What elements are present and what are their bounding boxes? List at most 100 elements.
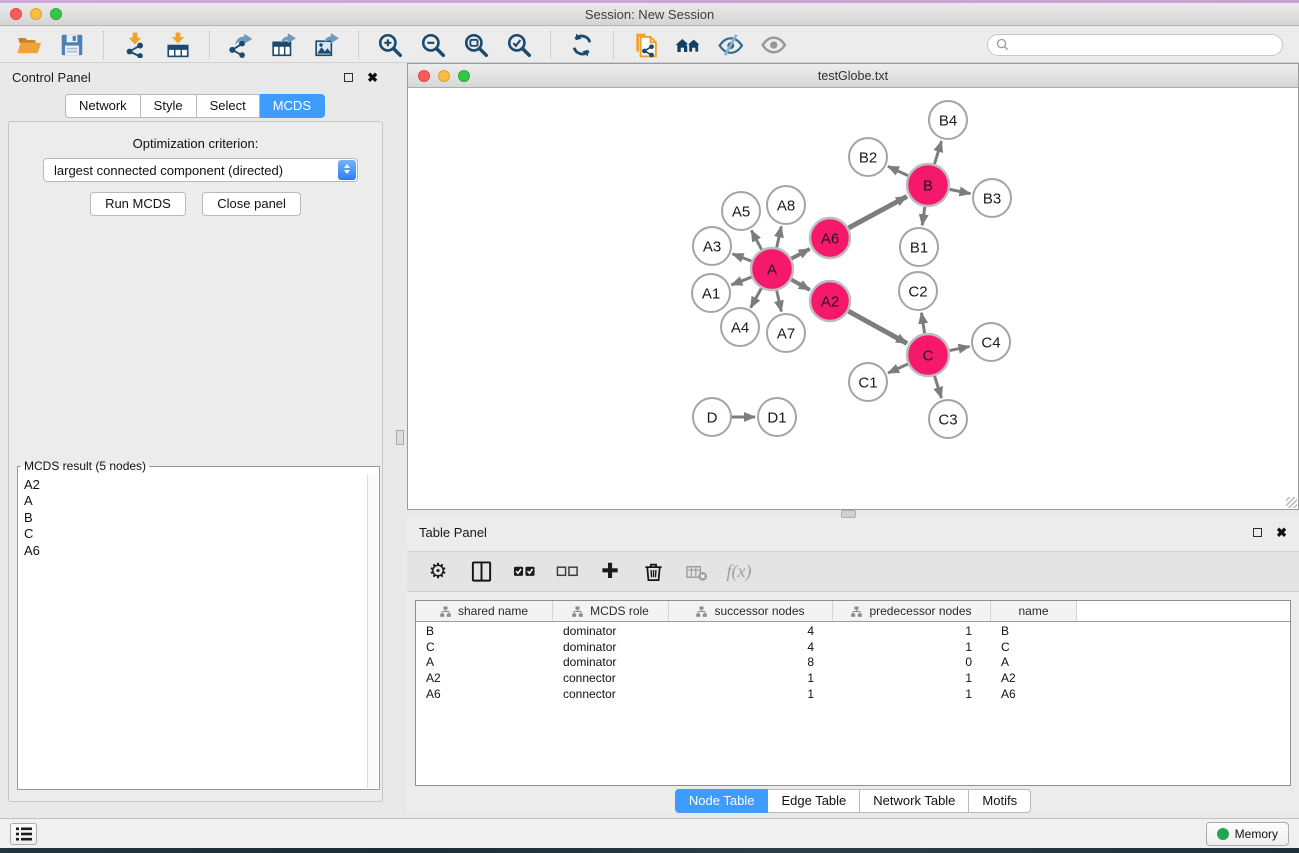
memory-button[interactable]: Memory: [1206, 822, 1289, 846]
graph-edge-A-A6[interactable]: [791, 249, 809, 259]
graph-node-A6[interactable]: A6: [810, 218, 850, 258]
first-neighbors-button[interactable]: [671, 29, 705, 61]
export-table-button[interactable]: [267, 29, 301, 61]
create-column-button[interactable]: ✚: [595, 557, 625, 587]
tab-select[interactable]: Select: [197, 94, 260, 118]
zoom-in-button[interactable]: [373, 29, 407, 61]
window-resize-grip[interactable]: [1286, 497, 1297, 508]
run-mcds-button[interactable]: Run MCDS: [90, 192, 186, 216]
select-all-button[interactable]: [509, 557, 539, 587]
graph-node-D1[interactable]: D1: [758, 398, 796, 436]
graph-edge-B-B1[interactable]: [922, 207, 925, 225]
graph-edge-A6-B[interactable]: [848, 196, 906, 228]
graph-node-C[interactable]: C: [907, 334, 949, 376]
graph-node-C1[interactable]: C1: [849, 363, 887, 401]
column-header-successor-nodes[interactable]: successor nodes: [669, 601, 833, 621]
graph-node-A4[interactable]: A4: [721, 308, 759, 346]
delete-table-button[interactable]: [681, 557, 711, 587]
graph-node-D[interactable]: D: [693, 398, 731, 436]
refresh-button[interactable]: [565, 29, 599, 61]
graph-node-B3[interactable]: B3: [973, 179, 1011, 217]
graph-edge-C-C3[interactable]: [935, 376, 942, 398]
minimize-traffic-light[interactable]: [438, 70, 450, 82]
save-session-button[interactable]: [55, 29, 89, 61]
close-panel-icon[interactable]: ✖: [367, 71, 378, 84]
graph-node-C2[interactable]: C2: [899, 272, 937, 310]
close-traffic-light[interactable]: [10, 8, 22, 20]
show-all-button[interactable]: [757, 29, 791, 61]
search-input[interactable]: [1009, 38, 1274, 52]
optimization-select[interactable]: largest connected component (directed): [43, 158, 358, 182]
search-box[interactable]: [987, 34, 1283, 56]
graph-node-A8[interactable]: A8: [767, 186, 805, 224]
column-header-MCDS-role[interactable]: MCDS role: [553, 601, 669, 621]
float-table-panel-icon[interactable]: [1253, 528, 1262, 537]
graph-node-C3[interactable]: C3: [929, 400, 967, 438]
close-panel-button[interactable]: Close panel: [202, 192, 301, 216]
column-header-name[interactable]: name: [991, 601, 1077, 621]
table-row[interactable]: Bdominator41B: [416, 623, 1290, 639]
zoom-selected-button[interactable]: [502, 29, 536, 61]
tab-style[interactable]: Style: [141, 94, 197, 118]
network-canvas[interactable]: B4 B2 B B3 A8A5 A6 B1 A3 A C2 A1 A2 A4A7 C4 C C1 C3 D D1: [408, 88, 1298, 509]
table-tab-motifs[interactable]: Motifs: [969, 789, 1031, 813]
graph-edge-A-A1[interactable]: [731, 277, 751, 285]
graph-node-A2[interactable]: A2: [810, 281, 850, 321]
table-row[interactable]: Cdominator41C: [416, 639, 1290, 655]
tab-network[interactable]: Network: [65, 94, 141, 118]
result-scrollbar[interactable]: [367, 475, 378, 788]
zoom-traffic-light[interactable]: [458, 70, 470, 82]
minimize-traffic-light[interactable]: [30, 8, 42, 20]
graph-node-B2[interactable]: B2: [849, 138, 887, 176]
graph-node-A1[interactable]: A1: [692, 274, 730, 312]
table-row[interactable]: A6connector11A6: [416, 686, 1290, 702]
zoom-fit-button[interactable]: [459, 29, 493, 61]
zoom-traffic-light[interactable]: [50, 8, 62, 20]
new-network-from-selection-button[interactable]: [628, 29, 662, 61]
deselect-all-button[interactable]: [552, 557, 582, 587]
function-builder-button[interactable]: f(x): [724, 557, 754, 587]
graph-edge-A-A3[interactable]: [733, 254, 752, 261]
graph-edge-A-A8[interactable]: [777, 226, 782, 247]
graph-node-B[interactable]: B: [907, 164, 949, 206]
graph-edge-B-B2[interactable]: [888, 166, 908, 175]
graph-node-A3[interactable]: A3: [693, 227, 731, 265]
hide-selected-button[interactable]: [714, 29, 748, 61]
table-tab-network-table[interactable]: Network Table: [860, 789, 969, 813]
show-columns-button[interactable]: [466, 557, 496, 587]
mcds-result-item[interactable]: A: [22, 493, 364, 509]
float-panel-icon[interactable]: [344, 73, 353, 82]
graph-node-B1[interactable]: B1: [900, 228, 938, 266]
graph-edge-A-A2[interactable]: [791, 280, 810, 290]
graph-node-A[interactable]: A: [751, 248, 793, 290]
task-history-button[interactable]: [10, 823, 37, 845]
mcds-result-item[interactable]: C: [22, 526, 364, 542]
mcds-result-item[interactable]: A6: [22, 543, 364, 559]
zoom-out-button[interactable]: [416, 29, 450, 61]
graph-edge-A-A7[interactable]: [777, 290, 782, 311]
column-header-shared-name[interactable]: shared name: [416, 601, 553, 621]
table-tab-edge-table[interactable]: Edge Table: [768, 789, 860, 813]
graph-edge-A-A4[interactable]: [751, 288, 762, 307]
graph-node-C4[interactable]: C4: [972, 323, 1010, 361]
export-network-button[interactable]: [224, 29, 258, 61]
mcds-result-item[interactable]: A2: [22, 477, 364, 493]
table-row[interactable]: A2connector11A2: [416, 670, 1290, 686]
graph-edge-B-B4[interactable]: [934, 141, 941, 164]
graph-node-B4[interactable]: B4: [929, 101, 967, 139]
import-network-button[interactable]: [118, 29, 152, 61]
graph-node-A7[interactable]: A7: [767, 314, 805, 352]
horizontal-splitter-handle[interactable]: [841, 510, 856, 518]
graph-edge-A2-C[interactable]: [848, 311, 907, 343]
open-file-button[interactable]: [12, 29, 46, 61]
close-traffic-light[interactable]: [418, 70, 430, 82]
column-header-predecessor-nodes[interactable]: predecessor nodes: [833, 601, 991, 621]
graph-node-A5[interactable]: A5: [722, 192, 760, 230]
export-image-button[interactable]: [310, 29, 344, 61]
graph-edge-C-C4[interactable]: [950, 346, 970, 350]
table-row[interactable]: Adominator80A: [416, 655, 1290, 671]
table-settings-button[interactable]: ⚙: [423, 557, 453, 587]
table-tab-node-table[interactable]: Node Table: [675, 789, 769, 813]
vertical-splitter-handle[interactable]: [396, 430, 404, 445]
delete-column-button[interactable]: [638, 557, 668, 587]
